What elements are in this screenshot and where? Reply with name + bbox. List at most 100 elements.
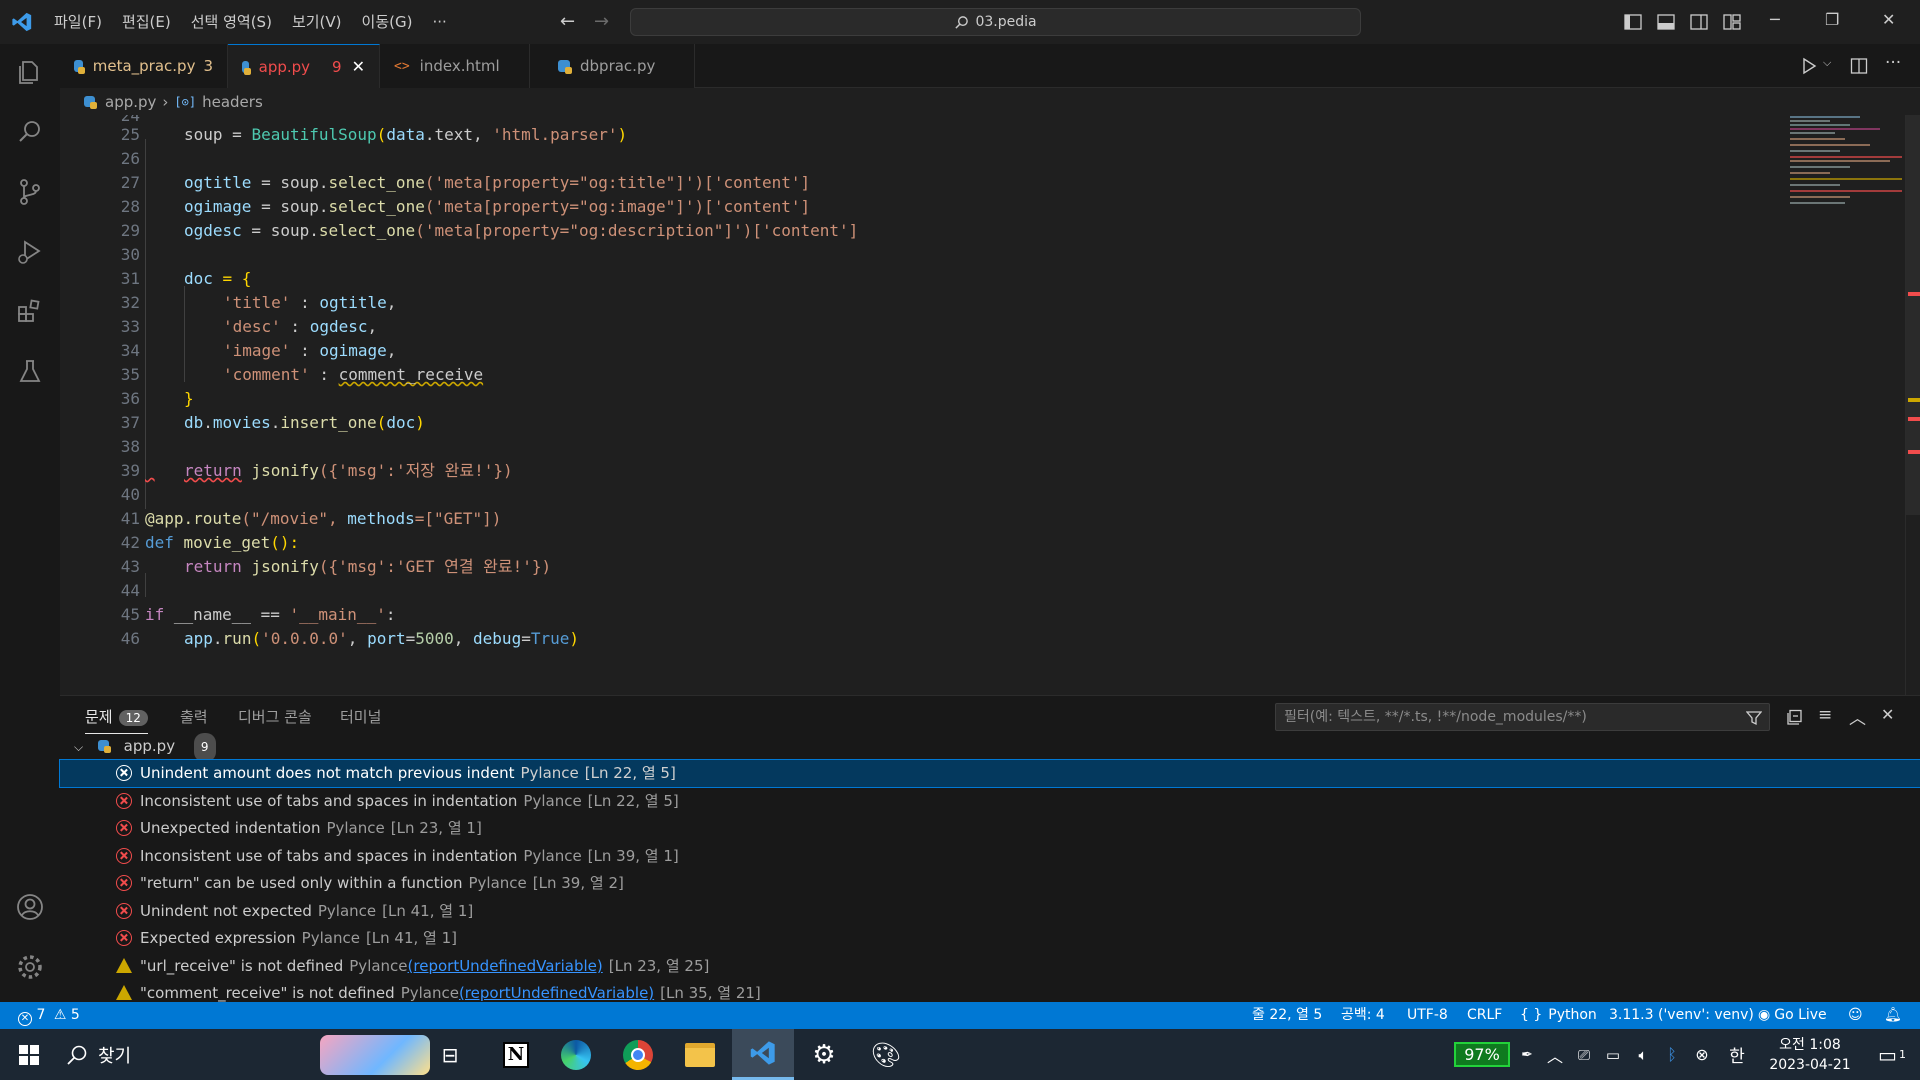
problem-row[interactable]: Inconsistent use of tabs and spaces in i… — [60, 843, 1920, 870]
tab-debug-console[interactable]: 디버그 콘솔 — [238, 706, 312, 727]
group-count-badge: 9 — [193, 733, 216, 762]
problem-row[interactable]: Inconsistent use of tabs and spaces in i… — [60, 788, 1920, 815]
problem-row[interactable]: Unindent not expected Pylance [Ln 41, 열 1] — [60, 898, 1920, 925]
run-python-icon[interactable] — [1800, 57, 1818, 75]
clock[interactable]: 오전 1:08 2023-04-21 — [1758, 1029, 1862, 1080]
status-bar: ✕ 7 ⚠ 5 줄 22, 열 5 공백: 4 UTF-8 CRLF { } Py… — [0, 1002, 1920, 1029]
volume-icon[interactable]: 🔈︎ — [1630, 1029, 1656, 1080]
menu-file[interactable]: 파일(F) — [44, 0, 112, 44]
tab-app-py[interactable]: app.py 9 ✕ — [228, 44, 380, 88]
feedback-icon[interactable]: ☺ — [1848, 1002, 1863, 1029]
back-arrow-icon[interactable]: ← — [560, 11, 575, 32]
error-icon: ✕ — [18, 1012, 32, 1026]
bluetooth-icon[interactable]: ᛒ — [1660, 1029, 1684, 1080]
problem-row[interactable]: Unexpected indentation Pylance [Ln 23, 열 1… — [60, 815, 1920, 842]
customize-layout-icon[interactable] — [1722, 12, 1742, 32]
tab-meta-prac[interactable]: meta_prac.py 3 — [60, 44, 228, 88]
taskbar-search[interactable]: 찾기 — [66, 1029, 430, 1080]
filter-funnel-icon[interactable] — [1746, 710, 1762, 726]
menu-edit[interactable]: 편집(E) — [112, 0, 181, 44]
battery-icon[interactable]: ▭ — [1600, 1029, 1626, 1080]
language-mode[interactable]: { } Python — [1520, 1002, 1597, 1029]
close-window-icon[interactable]: ✕ — [1882, 10, 1895, 29]
run-debug-icon[interactable] — [14, 236, 46, 268]
network-disconnected-icon[interactable]: ⊗ — [1688, 1029, 1716, 1080]
menu-more[interactable]: ··· — [422, 0, 456, 44]
breadcrumb-symbol[interactable]: headers — [202, 93, 263, 111]
maximize-panel-chevron-icon[interactable]: ︿ — [1849, 704, 1866, 729]
source-control-icon[interactable] — [14, 176, 46, 208]
vscode-logo-icon[interactable] — [0, 0, 44, 44]
toggle-secondary-sidebar-icon[interactable] — [1689, 12, 1709, 32]
editor-scrollbar[interactable] — [1905, 115, 1920, 695]
pen-icon[interactable]: ✒ — [1516, 1029, 1538, 1080]
problem-row[interactable]: Unindent amount does not match previous … — [59, 759, 1920, 788]
view-as-list-icon[interactable]: ≡ — [1818, 705, 1832, 725]
close-panel-icon[interactable]: ✕ — [1881, 705, 1894, 724]
battery-indicator[interactable]: 97% — [1449, 1029, 1515, 1080]
tab-dbprac[interactable]: dbprac.py — [530, 44, 695, 88]
vscode-taskbar-icon[interactable] — [732, 1029, 794, 1080]
code-line: 40 — [120, 485, 140, 504]
task-view-icon[interactable]: ⊟ — [427, 1029, 473, 1080]
code-line: 26 — [120, 149, 140, 168]
breadcrumb-file[interactable]: app.py — [105, 93, 156, 111]
notifications-bell-icon[interactable]: 🔔︎ — [1884, 1002, 1902, 1029]
run-dropdown-chevron-icon[interactable]: ⌵ — [1823, 56, 1831, 70]
minimize-icon[interactable]: ─ — [1770, 10, 1780, 29]
tab-index-html[interactable]: <> index.html — [380, 44, 530, 88]
minimap[interactable] — [1790, 115, 1905, 210]
problem-row[interactable]: "return" can be used only within a funct… — [60, 870, 1920, 897]
collapse-all-icon[interactable] — [1786, 709, 1803, 726]
tab-terminal[interactable]: 터미널 — [340, 706, 381, 727]
command-center-search[interactable]: 03.pedia — [630, 8, 1361, 36]
problems-status[interactable]: ✕ 7 ⚠ 5 — [18, 1002, 80, 1029]
end-of-line[interactable]: CRLF — [1467, 1002, 1502, 1029]
encoding[interactable]: UTF-8 — [1407, 1002, 1448, 1029]
notion-app-icon[interactable]: N — [490, 1029, 542, 1080]
menu-selection[interactable]: 선택 영역(S) — [181, 0, 282, 44]
accounts-icon[interactable] — [14, 891, 46, 923]
toggle-sidebar-icon[interactable] — [1623, 12, 1643, 32]
problem-row[interactable]: Expected expression Pylance [Ln 41, 열 1] — [60, 925, 1920, 952]
warning-icon: ⚠ — [53, 1007, 67, 1023]
windows-start-icon[interactable] — [0, 1029, 58, 1080]
scrollbar-thumb[interactable] — [1906, 115, 1920, 515]
indentation[interactable]: 공백: 4 — [1341, 1002, 1385, 1029]
cursor-position[interactable]: 줄 22, 열 5 — [1252, 1002, 1322, 1029]
code-editor[interactable]: 24 25 soup = BeautifulSoup(data.text, 'ht… — [60, 115, 1920, 695]
go-live[interactable]: ◉ Go Live — [1758, 1002, 1827, 1029]
extensions-icon[interactable] — [14, 296, 46, 328]
restore-icon[interactable]: ❐ — [1825, 10, 1839, 29]
settings-gear-icon[interactable]: ⚙ — [798, 1029, 850, 1080]
problems-file-group[interactable]: ⌵ app.py 9 — [60, 733, 1920, 762]
edge-browser-icon[interactable] — [550, 1029, 602, 1080]
settings-gear-icon[interactable] — [14, 951, 46, 983]
code-line: 27 ogtitle = soup.select_one('meta[proper… — [120, 173, 811, 192]
tab-problems[interactable]: 문제 12 — [85, 706, 148, 734]
rule-link[interactable]: (reportUndefinedVariable) — [408, 957, 603, 975]
notification-center-icon[interactable]: ▭ 1 — [1864, 1029, 1920, 1080]
forward-arrow-icon[interactable]: → — [594, 11, 609, 32]
show-hidden-icons-chevron-icon[interactable]: ︿ — [1543, 1029, 1567, 1080]
split-editor-icon[interactable] — [1850, 57, 1868, 75]
python-icon — [74, 60, 85, 74]
search-sidebar-icon[interactable] — [14, 116, 46, 148]
more-actions-icon[interactable]: ··· — [1885, 53, 1901, 73]
explorer-icon[interactable] — [14, 56, 46, 88]
menu-view[interactable]: 보기(V) — [282, 0, 352, 44]
meet-now-icon[interactable]: ⎚ — [1572, 1029, 1596, 1080]
menu-go[interactable]: 이동(G) — [352, 0, 423, 44]
file-explorer-icon[interactable] — [674, 1029, 726, 1080]
close-tab-icon[interactable]: ✕ — [352, 57, 365, 76]
problem-row[interactable]: "url_receive" is not defined Pylance(repo… — [60, 953, 1920, 980]
chrome-browser-icon[interactable] — [612, 1029, 664, 1080]
testing-flask-icon[interactable] — [14, 356, 46, 388]
ime-language[interactable]: 한 — [1722, 1029, 1752, 1080]
rule-link[interactable]: (reportUndefinedVariable) — [459, 984, 654, 1002]
problems-filter-input[interactable]: 필터(예: 텍스트, **/*.ts, !**/node_modules/**) — [1275, 703, 1770, 731]
tab-output[interactable]: 출력 — [180, 706, 208, 727]
toggle-panel-icon[interactable] — [1656, 12, 1676, 32]
python-interpreter[interactable]: 3.11.3 ('venv': venv) — [1609, 1002, 1754, 1029]
paint-app-icon[interactable]: 🎨︎ — [860, 1029, 912, 1080]
